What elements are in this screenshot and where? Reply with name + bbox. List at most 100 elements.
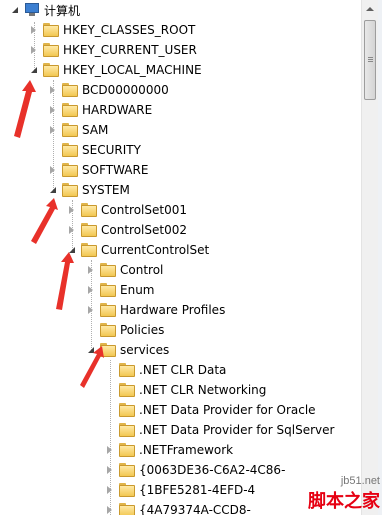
folder-icon [119, 363, 135, 377]
grip-icon [368, 57, 373, 58]
tree-node-guid-4a79374a[interactable]: {4A79374A-CCD8- [105, 500, 251, 515]
annotation-arrow-icon [14, 80, 36, 138]
tree-node-label: ControlSet001 [101, 203, 187, 217]
expand-toggle-icon[interactable] [48, 126, 57, 135]
folder-icon [100, 303, 116, 317]
folder-icon [62, 103, 78, 117]
expand-toggle-icon[interactable] [67, 206, 76, 215]
collapse-toggle-icon[interactable] [29, 66, 38, 75]
window-border [378, 0, 382, 515]
tree-node-label: .NET Data Provider for Oracle [139, 403, 316, 417]
watermark-url: jb51.net [340, 475, 380, 487]
folder-open-icon [81, 243, 97, 257]
tree-node-label: ControlSet002 [101, 223, 187, 237]
expand-toggle-icon[interactable] [10, 6, 19, 15]
tree-node-netframework[interactable]: .NETFramework [105, 440, 233, 460]
tree-node-label: .NETFramework [139, 443, 234, 457]
vertical-scrollbar[interactable] [361, 0, 378, 515]
expand-toggle-icon[interactable] [48, 166, 57, 175]
scroll-up-button[interactable] [362, 0, 378, 17]
watermark-text: 脚本之家 [308, 491, 380, 512]
tree-node-hardware[interactable]: HARDWARE [48, 100, 152, 120]
tree-node-net-clr-networking[interactable]: .NET CLR Networking [105, 380, 266, 400]
folder-icon [43, 23, 59, 37]
expand-toggle-icon[interactable] [67, 226, 76, 235]
tree-node-label: .NET CLR Data [139, 363, 227, 377]
tree-node-control[interactable]: Control [86, 260, 163, 280]
tree-node-hkey-classes-root[interactable]: HKEY_CLASSES_ROOT [29, 20, 195, 40]
folder-icon [100, 263, 116, 277]
tree-node-bcd00000000[interactable]: BCD00000000 [48, 80, 169, 100]
tree-node-currentcontrolset[interactable]: CurrentControlSet [67, 240, 209, 260]
computer-icon [24, 3, 40, 17]
expand-toggle-icon[interactable] [86, 286, 95, 295]
tree-node-label: BCD00000000 [82, 83, 169, 97]
tree-node-label: HARDWARE [82, 103, 153, 117]
expand-toggle-icon[interactable] [48, 106, 57, 115]
expand-toggle-icon[interactable] [105, 466, 114, 475]
expand-toggle-icon[interactable] [105, 506, 114, 515]
folder-icon [81, 203, 97, 217]
tree-node-label: Control [120, 263, 164, 277]
tree-node-label: .NET Data Provider for SqlServer [139, 423, 335, 437]
expand-toggle-icon[interactable] [86, 266, 95, 275]
tree-node-policies[interactable]: Policies [86, 320, 164, 340]
expand-toggle-icon[interactable] [29, 46, 38, 55]
tree-node-hardware-profiles[interactable]: Hardware Profiles [86, 300, 225, 320]
tree-node-label: SAM [82, 123, 109, 137]
tree-node-label: {1BFE5281-4EFD-4 [139, 483, 256, 497]
tree-node-software[interactable]: SOFTWARE [48, 160, 148, 180]
tree-node-security[interactable]: SECURITY [48, 140, 141, 160]
scrollbar-thumb[interactable] [364, 20, 376, 100]
folder-icon [119, 483, 135, 497]
folder-icon [62, 123, 78, 137]
tree-node-label: HKEY_CURRENT_USER [63, 43, 197, 57]
folder-icon [119, 403, 135, 417]
tree-node-guid-0063de36[interactable]: {0063DE36-C6A2-4C86- [105, 460, 285, 480]
folder-icon [119, 503, 135, 515]
annotation-arrow-icon [80, 346, 104, 388]
tree-node-label: SECURITY [82, 143, 141, 157]
folder-icon [119, 443, 135, 457]
tree-node-controlset002[interactable]: ControlSet002 [67, 220, 187, 240]
tree-node-hkey-local-machine[interactable]: HKEY_LOCAL_MACHINE [29, 60, 202, 80]
folder-icon [100, 283, 116, 297]
folder-icon [100, 323, 116, 337]
tree-root-computer[interactable]: 计算机 [10, 0, 80, 20]
tree-node-guid-1bfe5281[interactable]: {1BFE5281-4EFD-4 [105, 480, 255, 500]
folder-icon [119, 423, 135, 437]
folder-icon [62, 143, 78, 157]
expand-toggle-icon[interactable] [105, 446, 114, 455]
folder-open-icon [62, 183, 78, 197]
tree-node-label: CurrentControlSet [101, 243, 210, 257]
expand-toggle-icon[interactable] [48, 86, 57, 95]
folder-icon [62, 163, 78, 177]
tree-node-sam[interactable]: SAM [48, 120, 108, 140]
tree-node-label: 计算机 [44, 3, 81, 18]
tree-node-label: SYSTEM [82, 183, 130, 197]
tree-node-label: Policies [120, 323, 165, 337]
tree-node-enum[interactable]: Enum [86, 280, 154, 300]
folder-icon [43, 43, 59, 57]
tree-node-label: Enum [120, 283, 155, 297]
folder-icon [81, 223, 97, 237]
expand-toggle-icon[interactable] [29, 26, 38, 35]
folder-icon [119, 463, 135, 477]
tree-node-label: .NET CLR Networking [139, 383, 267, 397]
collapse-toggle-icon[interactable] [48, 186, 57, 195]
folder-icon [119, 383, 135, 397]
tree-node-net-clr-data[interactable]: .NET CLR Data [105, 360, 226, 380]
tree-node-label: {0063DE36-C6A2-4C86- [139, 463, 286, 477]
expand-toggle-icon[interactable] [105, 486, 114, 495]
tree-node-controlset001[interactable]: ControlSet001 [67, 200, 187, 220]
tree-node-label: services [120, 343, 170, 357]
tree-node-system[interactable]: SYSTEM [48, 180, 130, 200]
tree-node-hkey-current-user[interactable]: HKEY_CURRENT_USER [29, 40, 197, 60]
tree-node-label: HKEY_LOCAL_MACHINE [63, 63, 202, 77]
folder-icon [62, 83, 78, 97]
annotation-arrow-icon [56, 252, 74, 310]
tree-node-net-data-provider-sqlserver[interactable]: .NET Data Provider for SqlServer [105, 420, 334, 440]
expand-toggle-icon[interactable] [86, 306, 95, 315]
tree-node-label: SOFTWARE [82, 163, 149, 177]
tree-node-net-data-provider-oracle[interactable]: .NET Data Provider for Oracle [105, 400, 316, 420]
